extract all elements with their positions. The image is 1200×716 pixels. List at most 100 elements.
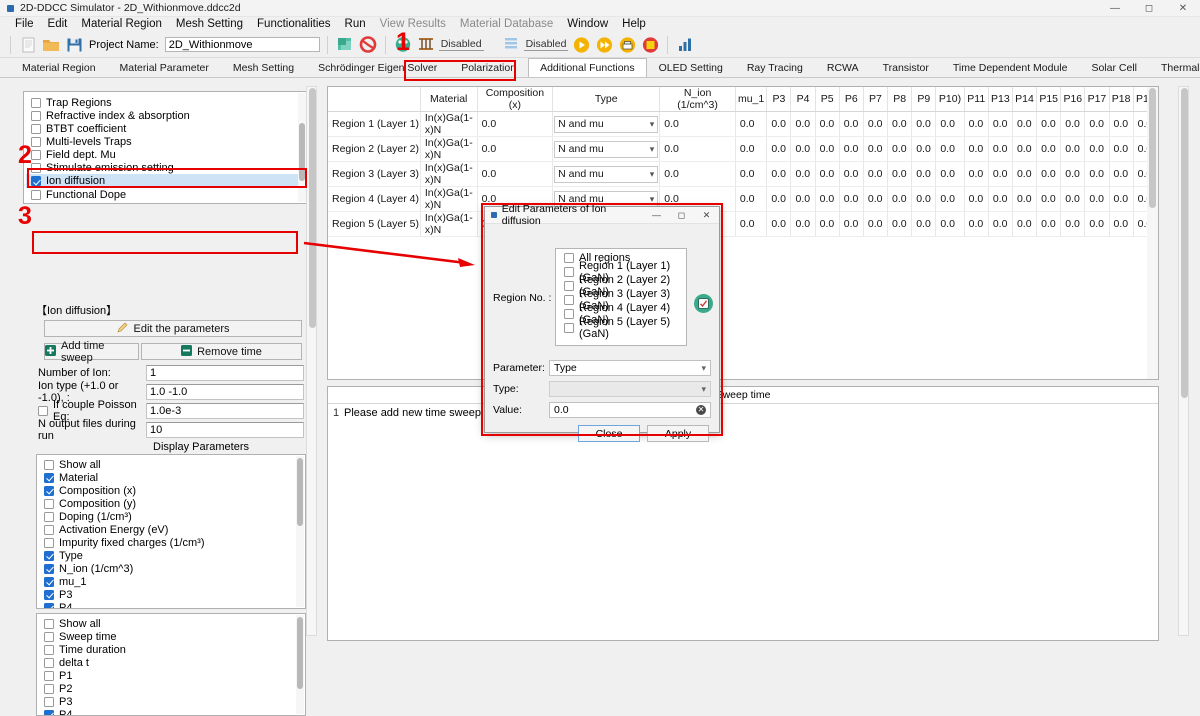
cell-p-14[interactable]: 0.0 [1109, 187, 1133, 212]
cell-composition-x[interactable]: 0.0 [477, 137, 553, 162]
list-icon[interactable] [501, 35, 521, 55]
checkbox-composition-x[interactable] [44, 486, 54, 496]
col-p13[interactable]: P13 [988, 87, 1012, 112]
cell-p-13[interactable]: 0.0 [1085, 187, 1109, 212]
checkbox-p3[interactable] [44, 590, 54, 600]
table-row[interactable]: Region 5 (Layer 5)In(x)Ga(1-x)N0.0N and … [328, 212, 1158, 237]
checkbox-delta-t[interactable] [44, 658, 54, 668]
list-item[interactable]: P4 [39, 708, 305, 716]
tab-schrodinger-eigen-solver[interactable]: Schrödinger Eigen Solver [306, 58, 449, 77]
checkbox-multi-levels-traps[interactable] [31, 137, 41, 147]
structure-icon[interactable] [335, 35, 355, 55]
cell-p-0[interactable]: 0.0 [767, 162, 791, 187]
checkbox-trap-regions[interactable] [31, 98, 41, 108]
type-dropdown[interactable]: N and mu▾ [554, 116, 658, 133]
cell-material[interactable]: In(x)Ga(1-x)N [420, 137, 477, 162]
cell-mu-1[interactable]: 0.0 [735, 137, 766, 162]
left-panel-scrollbar[interactable] [306, 86, 317, 636]
run-fast-icon[interactable] [594, 35, 614, 55]
remove-time-button[interactable]: Remove time [141, 343, 302, 360]
checkbox-region-3[interactable] [564, 295, 574, 305]
col-n-ion[interactable]: N_ion (1/cm^3) [660, 87, 736, 112]
cell-p-2[interactable]: 0.0 [815, 187, 839, 212]
cell-p-6[interactable]: 0.0 [912, 162, 936, 187]
checkbox-activation-energy[interactable] [44, 525, 54, 535]
list-item[interactable]: P3 [39, 588, 305, 601]
checkbox-type[interactable] [44, 551, 54, 561]
tab-material-region[interactable]: Material Region [10, 58, 108, 77]
table-row[interactable]: Region 4 (Layer 4)In(x)Ga(1-x)N0.0N and … [328, 187, 1158, 212]
cell-p-10[interactable]: 0.0 [1012, 187, 1036, 212]
col-material[interactable]: Material [420, 87, 477, 112]
cell-p-14[interactable]: 0.0 [1109, 137, 1133, 162]
cell-p-4[interactable]: 0.0 [863, 212, 887, 237]
checkbox-region-5[interactable] [564, 323, 574, 333]
col-type[interactable]: Type [553, 87, 660, 112]
cell-p-11[interactable]: 0.0 [1037, 162, 1061, 187]
cell-p-7[interactable]: 0.0 [936, 212, 964, 237]
parameter-select[interactable]: Type ▾ [549, 360, 711, 376]
list-item[interactable]: Trap Regions [26, 96, 307, 109]
menu-file[interactable]: File [8, 17, 41, 32]
cell-p-2[interactable]: 0.0 [815, 112, 839, 137]
table-row[interactable]: Region 2 (Layer 2)In(x)Ga(1-x)N0.0N and … [328, 137, 1158, 162]
cell-p-7[interactable]: 0.0 [936, 162, 964, 187]
cell-p-8[interactable]: 0.0 [964, 212, 988, 237]
col-region[interactable] [328, 87, 420, 112]
cell-p-13[interactable]: 0.0 [1085, 212, 1109, 237]
cell-p-3[interactable]: 0.0 [839, 112, 863, 137]
number-of-ion-input[interactable] [146, 365, 304, 381]
cell-p-12[interactable]: 0.0 [1061, 137, 1085, 162]
col-p7[interactable]: P7 [863, 87, 887, 112]
sweep-time-table[interactable]: Sweep time 1 Please add new time sweep m… [327, 386, 1159, 641]
menu-mesh-setting[interactable]: Mesh Setting [169, 17, 250, 32]
cell-p-7[interactable]: 0.0 [936, 112, 964, 137]
minimize-icon[interactable]: — [1098, 0, 1132, 17]
checkbox-sweep-show-all[interactable] [44, 619, 54, 629]
display-parameters-scrollbar[interactable] [296, 456, 304, 607]
cell-material[interactable]: In(x)Ga(1-x)N [420, 112, 477, 137]
cell-p-13[interactable]: 0.0 [1085, 137, 1109, 162]
checkbox-stimulate-emission[interactable] [31, 163, 41, 173]
cell-p-9[interactable]: 0.0 [988, 187, 1012, 212]
cell-p-5[interactable]: 0.0 [888, 187, 912, 212]
cell-p-4[interactable]: 0.0 [863, 162, 887, 187]
cell-p-6[interactable]: 0.0 [912, 212, 936, 237]
menu-window[interactable]: Window [560, 17, 615, 32]
table-row[interactable]: Region 1 (Layer 1)In(x)Ga(1-x)N0.0N and … [328, 112, 1158, 137]
cell-n-ion[interactable]: 0.0 [660, 162, 736, 187]
cell-p-1[interactable]: 0.0 [791, 187, 815, 212]
dialog-close-icon[interactable]: ✕ [694, 207, 719, 224]
cell-type[interactable]: N and mu▾ [553, 112, 660, 137]
cell-n-ion[interactable]: 0.0 [660, 112, 736, 137]
list-item[interactable]: Impurity fixed charges (1/cm³) [39, 536, 305, 549]
cell-p-2[interactable]: 0.0 [815, 137, 839, 162]
cell-type[interactable]: N and mu▾ [553, 137, 660, 162]
cell-p-3[interactable]: 0.0 [839, 187, 863, 212]
table-row[interactable]: Region 3 (Layer 3)In(x)Ga(1-x)N0.0N and … [328, 162, 1158, 187]
cell-p-8[interactable]: 0.0 [964, 137, 988, 162]
menu-edit[interactable]: Edit [41, 17, 75, 32]
checkbox-p4[interactable] [44, 603, 54, 610]
list-item[interactable]: Type [39, 549, 305, 562]
cell-p-14[interactable]: 0.0 [1109, 162, 1133, 187]
cell-p-12[interactable]: 0.0 [1061, 212, 1085, 237]
content-scrollbar[interactable] [1178, 86, 1189, 636]
cell-p-11[interactable]: 0.0 [1037, 137, 1061, 162]
cell-composition-x[interactable]: 0.0 [477, 162, 553, 187]
checkbox-sweep-p4[interactable] [44, 710, 54, 716]
col-p4[interactable]: P4 [791, 87, 815, 112]
cell-p-13[interactable]: 0.0 [1085, 162, 1109, 187]
list-item[interactable]: Refractive index & absorption [26, 109, 307, 122]
type-select[interactable]: ▾ [549, 381, 711, 397]
menu-material-database[interactable]: Material Database [453, 17, 560, 32]
clear-icon[interactable]: ✕ [696, 405, 706, 415]
menu-view-results[interactable]: View Results [373, 17, 453, 32]
cell-p-11[interactable]: 0.0 [1037, 187, 1061, 212]
list-item[interactable]: Time duration [39, 643, 305, 656]
tab-ray-tracing[interactable]: Ray Tracing [735, 58, 815, 77]
checkbox-btbt-coefficient[interactable] [31, 124, 41, 134]
list-item[interactable]: P1 [39, 669, 305, 682]
tab-additional-functions[interactable]: Additional Functions [528, 58, 647, 77]
cell-p-4[interactable]: 0.0 [863, 137, 887, 162]
